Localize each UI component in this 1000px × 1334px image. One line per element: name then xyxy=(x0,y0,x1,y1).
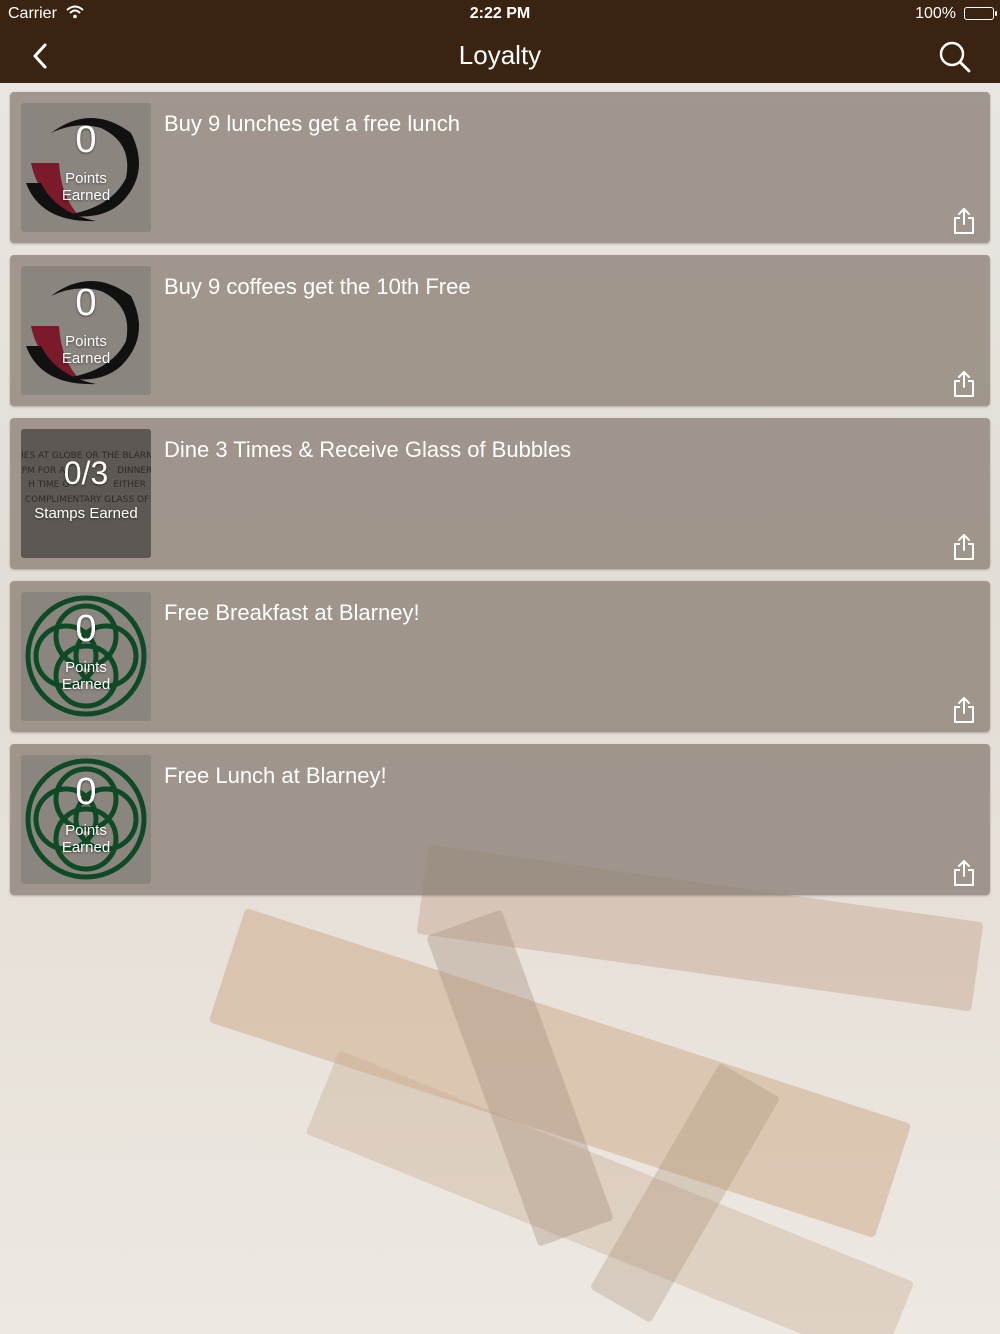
battery-icon xyxy=(964,7,997,20)
points-badge: 0 Points Earned xyxy=(21,103,151,232)
points-count: 0 xyxy=(75,771,97,813)
share-icon xyxy=(954,208,974,234)
points-count: 0 xyxy=(75,119,97,161)
stamps-badge: IES AT GLOBE OR THE BLARN PM FOR A DINNER… xyxy=(21,429,151,558)
points-unit: Points Earned xyxy=(61,333,111,367)
battery-percent: 100% xyxy=(915,5,956,22)
page-title: Loyalty xyxy=(458,40,542,70)
search-icon xyxy=(939,41,971,73)
loyalty-card[interactable]: 0 Points Earned Free Lunch at Blarney! xyxy=(10,744,990,895)
share-icon xyxy=(954,371,974,397)
points-unit: Points Earned xyxy=(61,822,111,856)
share-button[interactable] xyxy=(952,696,976,724)
search-button[interactable] xyxy=(934,36,974,76)
loyalty-card[interactable]: IES AT GLOBE OR THE BLARN PM FOR A DINNER… xyxy=(10,418,990,569)
card-title: Free Lunch at Blarney! xyxy=(164,763,387,788)
stamps-count: 0/3 xyxy=(63,455,109,491)
points-unit: Points Earned xyxy=(61,659,111,693)
points-unit: Points Earned xyxy=(61,170,111,204)
share-button[interactable] xyxy=(952,533,976,561)
points-badge: 0 Points Earned xyxy=(21,755,151,884)
loyalty-list: 0 Points Earned Buy 9 lunches get a free… xyxy=(10,92,990,907)
status-time: 2:22 PM xyxy=(469,5,531,22)
points-badge: 0 Points Earned xyxy=(21,266,151,395)
stamps-unit: Stamps Earned xyxy=(34,505,138,522)
card-title: Buy 9 coffees get the 10th Free xyxy=(164,274,471,299)
share-icon xyxy=(954,860,974,886)
share-button[interactable] xyxy=(952,207,976,235)
nav-bar: Loyalty xyxy=(0,28,1000,83)
share-button[interactable] xyxy=(952,370,976,398)
loyalty-card[interactable]: 0 Points Earned Buy 9 lunches get a free… xyxy=(10,92,990,243)
points-count: 0 xyxy=(75,608,97,650)
card-title: Dine 3 Times & Receive Glass of Bubbles xyxy=(164,437,572,462)
loyalty-card[interactable]: 0 Points Earned Buy 9 coffees get the 10… xyxy=(10,255,990,406)
card-title: Buy 9 lunches get a free lunch xyxy=(164,111,460,136)
points-badge: 0 Points Earned xyxy=(21,592,151,721)
loyalty-card[interactable]: 0 Points Earned Free Breakfast at Blarne… xyxy=(10,581,990,732)
share-button[interactable] xyxy=(952,859,976,887)
share-icon xyxy=(954,697,974,723)
card-title: Free Breakfast at Blarney! xyxy=(164,600,420,625)
points-count: 0 xyxy=(75,282,97,324)
status-bar: Carrier 2:22 PM 100% xyxy=(0,0,1000,28)
share-icon xyxy=(954,534,974,560)
